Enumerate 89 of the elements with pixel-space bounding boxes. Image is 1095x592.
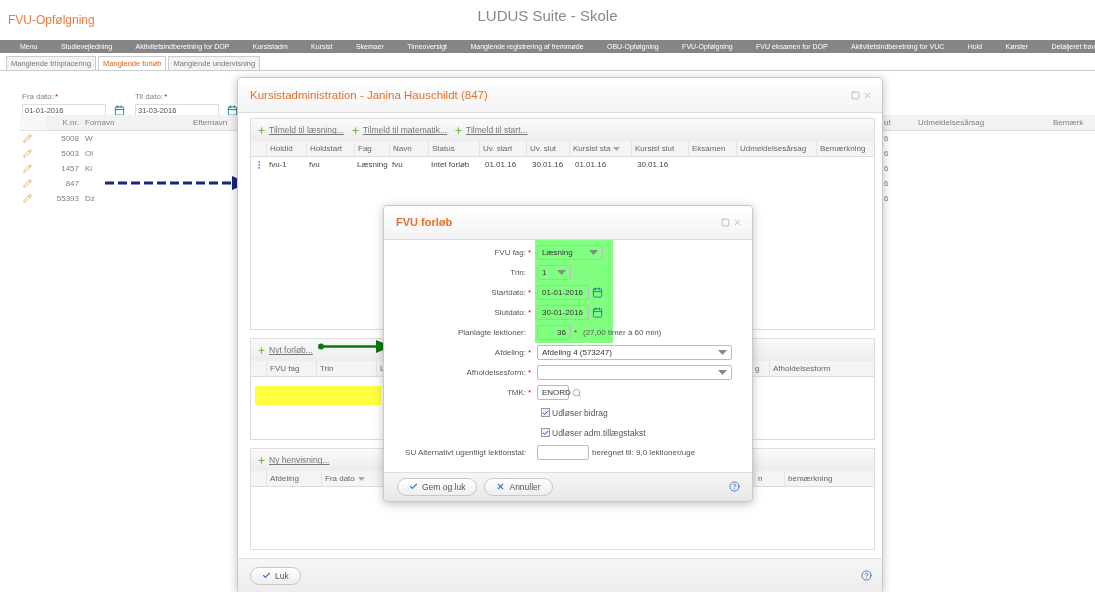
column-header[interactable]: Bemærkning [816,141,874,158]
column-header[interactable]: n [754,471,784,488]
field-label: Startdato: [491,288,526,298]
required-mark: * [574,328,579,338]
table-cell-text: Ol [84,148,94,160]
column-header: Efternavn [190,115,240,131]
save-button[interactable]: Gem og luk [397,477,478,496]
table-cell-text: Intet forløb [430,159,471,172]
column-header[interactable]: Afholdelsesform [769,361,874,378]
date-field[interactable]: 30-01-2016 [537,305,589,321]
column-header[interactable]: FVU fag [266,361,316,378]
link[interactable]: Nyt forløb... [257,345,313,356]
table-cell-text: 6 [883,193,890,205]
column-header[interactable]: Uv. start [479,141,526,158]
column-header[interactable]: Navn [389,141,428,158]
column-header[interactable]: Holdstart [306,141,354,158]
cancel-button[interactable]: Annuller [484,477,553,496]
suite-title: LUDUS Suite - Skole [477,6,618,24]
table-cell-text: 1457 [60,163,80,175]
column-header[interactable]: Status [428,141,479,158]
table-cell-text: 6 [883,133,890,145]
close-button[interactable]: Luk [250,566,301,585]
table-cell-text: 01.01.16 [574,159,608,172]
table-cell-text: fvu-1 [268,159,288,172]
table-cell-text: 847 [64,178,80,190]
column-header[interactable]: Afdeling [266,471,321,488]
column-header[interactable]: Udmeldelsesårsag [736,141,816,158]
column-header[interactable]: Holdid [266,141,306,158]
table-cell-text: 5003 [60,148,80,160]
column-header: ut [881,115,915,131]
link[interactable]: Tilmeld til læsning... [257,125,344,136]
field-label: TMK: [506,388,526,398]
table-cell-text: 01.01.16 [484,159,518,172]
table-cell-text: fvu [391,159,404,172]
column-header: Udmeldelsesårsag [915,115,1050,131]
table-cell-text: Læsning [356,159,389,172]
dialog-title: FVU forløb [396,216,453,229]
field-label: Slutdato: [494,308,526,318]
column-header[interactable]: Trin [316,361,376,378]
column-header[interactable]: Fag [354,141,389,158]
filter-label: Fra dato: [22,92,54,101]
field-label: Planlagte lektioner: [457,328,526,338]
link[interactable]: Ny henvisning... [257,455,330,466]
field-label: Afholdelsesform: [466,368,526,378]
column-header[interactable]: Uv. slut [526,141,569,158]
required-mark: * [528,248,532,258]
column-header[interactable]: Kursist sta [569,141,631,158]
date-field[interactable]: 01-01-2016 [537,285,589,301]
app-title: FVU-Opfølgning [8,13,95,27]
table-cell-text: 55393 [55,193,80,205]
checkbox[interactable]: Udløser bidrag [541,407,608,418]
dropdown-field[interactable]: Afdeling 4 (573247) [537,345,732,361]
table-cell-text: W [84,133,94,145]
table-cell-text: 30.01.16 [636,159,670,172]
required-mark: * [164,92,168,101]
field-label: Afdeling: [494,348,526,358]
field-note: beregnet til: 9,0 lektioner/uge [592,448,696,458]
required-mark: * [528,288,532,298]
column-header[interactable]: Eksamen [688,141,736,158]
field-label: SU Alternativt ugentligt lektionstal: [405,448,526,458]
column-header[interactable]: Kursist slut [631,141,688,158]
table-cell-text: 6 [883,163,890,175]
column-header: Fornavn [82,115,190,131]
dropdown-field[interactable]: 1 [537,265,571,281]
column-header: K.nr. [46,115,82,131]
field-label: Trin: [510,268,526,278]
dropdown-field[interactable]: Læsning [537,245,603,261]
table-cell-text: Ki [84,163,94,175]
required-mark: * [528,308,532,318]
required-mark: * [55,92,59,101]
required-mark: * [528,348,532,358]
table-cell-text: 30.01.16 [531,159,565,172]
dialog-title: Kursistadministration - Janina Hauschildt (847) [250,89,488,102]
required-mark: * [528,388,532,398]
number-field[interactable]: 36 [537,325,571,341]
field-label: FVU fag: [494,248,526,258]
required-mark: * [528,368,532,378]
table-cell-text: 6 [883,178,890,190]
table-cell-text: fvu [308,159,321,172]
link[interactable]: Tilmeld til start... [454,125,528,136]
table-cell-text: 6 [883,148,890,160]
table-cell-text: Dz [84,193,96,205]
column-header[interactable]: bemærkning [784,471,874,488]
column-header: Bemærk [1050,115,1095,131]
table-cell-text: 5008 [60,133,80,145]
filter-label: Til dato: [135,92,164,101]
checkbox[interactable]: Udløser adm.tillægstakst [541,427,646,438]
input-field[interactable]: ENORD [537,385,569,401]
link[interactable]: Tilmeld til matematik... [350,125,448,136]
